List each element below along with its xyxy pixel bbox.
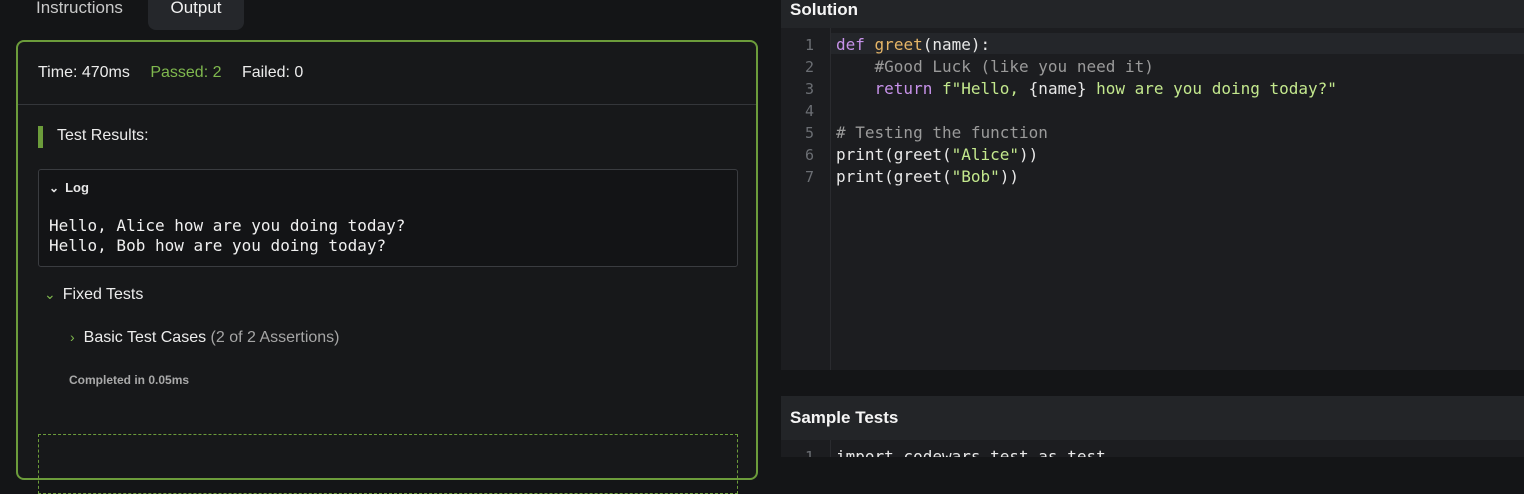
code-pane: Solution 1 def greet(name): 2 #Good Luck … xyxy=(781,0,1524,457)
sample-code-text: import codewars_test as test xyxy=(836,447,1106,457)
log-box: ⌄ Log Hello, Alice how are you doing toda… xyxy=(38,169,738,267)
dashed-placeholder xyxy=(38,434,738,494)
line-number: 7 xyxy=(804,168,814,186)
chevron-right-icon: › xyxy=(70,329,75,345)
solution-editor[interactable]: 1 def greet(name): 2 #Good Luck (like you… xyxy=(781,28,1524,370)
solution-header: Solution xyxy=(781,0,1524,28)
run-summary: Time: 470ms Passed: 2 Failed: 0 xyxy=(38,64,319,82)
chevron-down-icon: ⌄ xyxy=(49,181,60,195)
line-number: 5 xyxy=(804,124,814,142)
line-number: 1 xyxy=(804,448,814,457)
basic-test-cases-label: Basic Test Cases xyxy=(83,329,207,346)
assertions-count: (2 of 2 Assertions) xyxy=(210,329,340,346)
line-number: 6 xyxy=(804,146,814,164)
passed-stat: Passed: 2 xyxy=(150,64,222,81)
solution-title: Solution xyxy=(790,0,858,19)
log-line: Hello, Alice how are you doing today? xyxy=(49,216,406,235)
sample-tests-editor[interactable]: 1 import codewars_test as test xyxy=(781,440,1524,457)
results-panel: Time: 470ms Passed: 2 Failed: 0 Test Res… xyxy=(16,40,758,494)
sample-tests-header: Sample Tests xyxy=(781,396,1524,440)
chevron-down-icon: ⌄ xyxy=(44,286,56,302)
fixed-tests-toggle[interactable]: ⌄ Fixed Tests xyxy=(44,286,143,304)
completed-time: Completed in 0.05ms xyxy=(69,373,190,387)
basic-test-cases-toggle[interactable]: › Basic Test Cases (2 of 2 Assertions) xyxy=(70,329,340,347)
failed-stat: Failed: 0 xyxy=(241,64,304,81)
sample-tests-title: Sample Tests xyxy=(790,408,899,427)
divider xyxy=(18,104,756,105)
line-number: 1 xyxy=(804,36,814,54)
log-line: Hello, Bob how are you doing today? xyxy=(49,236,387,255)
log-toggle[interactable]: ⌄ Log xyxy=(49,180,89,195)
tab-instructions[interactable]: Instructions xyxy=(16,0,143,30)
output-pane: Instructions Output Time: 470ms Passed: … xyxy=(0,0,781,494)
time-stat: Time: 470ms xyxy=(38,64,130,81)
accent-bar xyxy=(38,126,43,148)
log-output: Hello, Alice how are you doing today? He… xyxy=(49,216,405,256)
tab-output[interactable]: Output xyxy=(148,0,244,30)
test-results-label: Test Results: xyxy=(57,127,149,144)
line-number: 3 xyxy=(804,80,814,98)
log-title: Log xyxy=(65,180,89,195)
line-number: 4 xyxy=(804,102,814,120)
line-number: 2 xyxy=(804,58,814,76)
fixed-tests-label: Fixed Tests xyxy=(62,286,144,303)
